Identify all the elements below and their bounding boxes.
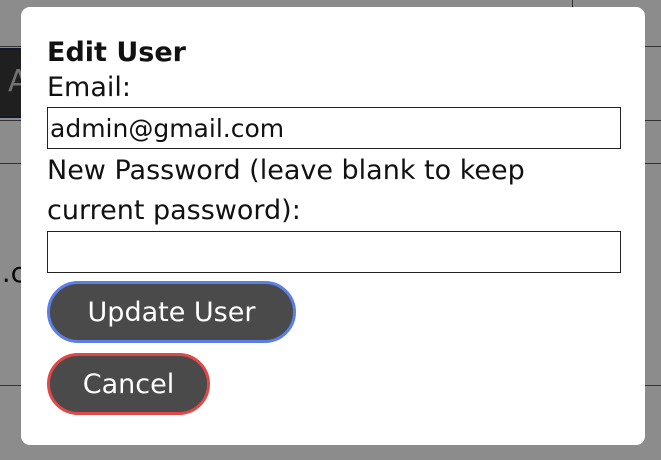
email-field[interactable] <box>47 107 621 149</box>
cancel-button[interactable]: Cancel <box>47 353 210 415</box>
dialog-title: Edit User <box>47 37 186 68</box>
new-password-label: New Password (leave blank to keep curren… <box>47 155 525 226</box>
new-password-field[interactable] <box>47 231 621 273</box>
email-label: Email: <box>47 72 132 103</box>
update-user-button[interactable]: Update User <box>47 281 296 343</box>
edit-user-dialog: Edit User Email: New Password (leave bla… <box>21 7 645 445</box>
